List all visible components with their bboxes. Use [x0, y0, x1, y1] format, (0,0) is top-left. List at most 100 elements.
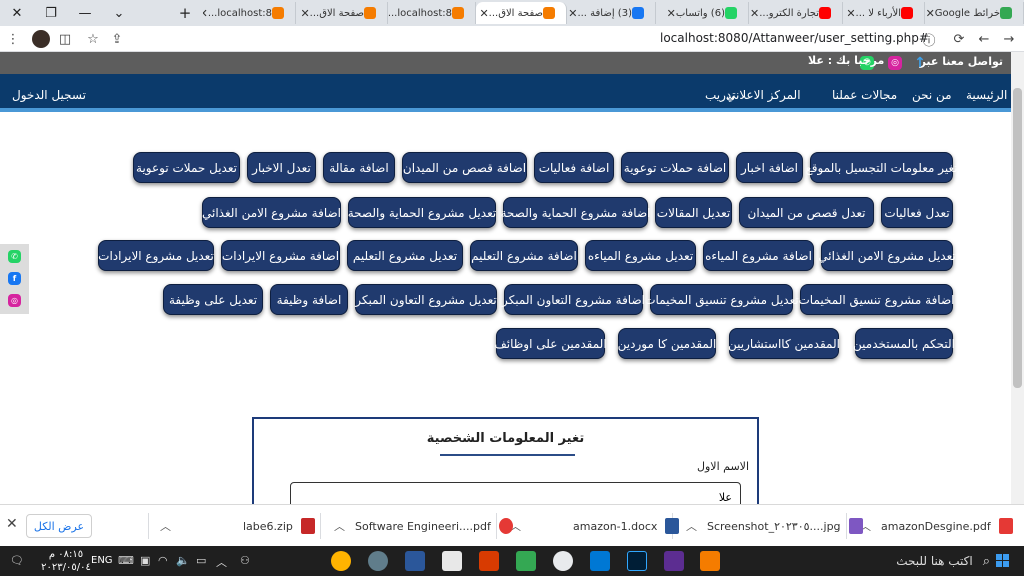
instagram-icon[interactable]: ◎	[888, 56, 902, 70]
admin-button[interactable]: اضافة مشروع التعاون المبكر	[502, 284, 645, 315]
browser-tab[interactable]: خرائط Google ✕	[925, 2, 1024, 24]
url-field[interactable]: localhost:8080/Attanweer/user_setting.ph…	[660, 31, 929, 45]
chevron-up-icon[interactable]: ︿	[216, 554, 227, 570]
admin-button[interactable]: اضافة حملات توعوية	[621, 152, 729, 183]
tab-close-icon[interactable]: ✕	[846, 7, 855, 20]
new-tab-plus-icon[interactable]: +	[176, 0, 194, 26]
admin-button[interactable]: تعديل المقالات	[655, 197, 732, 228]
login-link[interactable]: تسجيل الدخول	[12, 88, 86, 102]
browser-tab-active[interactable]: صفحة الاق... ✕	[476, 2, 567, 24]
people-icon[interactable]: ⚇	[240, 554, 250, 567]
browser-tab[interactable]: الأرباء لا ... ✕	[843, 2, 925, 24]
tab-close-icon[interactable]: ✕	[203, 7, 208, 20]
admin-button[interactable]: تعديل مشروع التعليم	[347, 240, 463, 271]
browser-tab[interactable]: localhost:8... ✕	[388, 2, 476, 24]
bookmark-star-icon[interactable]: ☆	[84, 30, 102, 48]
instagram-icon[interactable]: ◎	[8, 294, 21, 307]
sidebar-panel-icon[interactable]: ◫	[56, 30, 74, 48]
scrollbar-thumb[interactable]	[1013, 88, 1022, 388]
admin-button[interactable]: المقدمين كااستشاريين	[728, 328, 840, 359]
admin-button[interactable]: تعديل مشروع الايرادات	[98, 240, 214, 271]
word-app-icon[interactable]	[405, 551, 425, 571]
tab-close-icon[interactable]: ✕	[479, 7, 488, 20]
facebook-icon[interactable]: ↑	[913, 55, 927, 71]
admin-button[interactable]: اضافة مشروع الحماية والصحة	[501, 197, 650, 228]
menu-dots-icon[interactable]: ⋮	[4, 30, 22, 48]
chevron-up-icon[interactable]: ︿	[334, 518, 345, 534]
chevron-up-icon[interactable]: ︿	[160, 518, 171, 534]
download-item[interactable]: ︿ Screenshot_٢٠٢٣٠٥....jpg	[686, 505, 863, 547]
close-downloads-icon[interactable]: ✕	[6, 516, 18, 532]
admin-button[interactable]: التحكم بالمستخدمين	[853, 328, 955, 359]
tab-close-icon[interactable]: ✕	[926, 7, 935, 20]
browser-tab[interactable]: (6) واتساب ✕	[656, 2, 749, 24]
app-icon[interactable]	[368, 551, 388, 571]
admin-button[interactable]: تعديل مشروع التعاون المبكر	[355, 284, 497, 315]
download-item[interactable]: ︿ labe6.zip	[160, 505, 315, 547]
admin-button[interactable]: تعديل مشروع تنسيق المخيمات	[644, 284, 799, 315]
admin-button[interactable]: تعديل مشروع الحماية والصحة	[348, 197, 496, 228]
tab-close-icon[interactable]: ✕	[300, 7, 309, 20]
tab-close-icon[interactable]: ✕	[568, 7, 577, 20]
nav-home[interactable]: الرئيسية	[966, 88, 1007, 102]
admin-button[interactable]: اضافة مشروع التعليم	[470, 240, 578, 271]
admin-button[interactable]: اضافة قصص من الميدان	[402, 152, 527, 183]
admin-button[interactable]: تغير معلومات التجسيل بالموقع	[805, 152, 958, 183]
download-item[interactable]: ︿ Software Engineeri....pdf	[334, 505, 513, 547]
admin-button[interactable]: اضافة فعاليات	[534, 152, 614, 183]
chevron-up-icon[interactable]: ︿	[686, 518, 697, 534]
admin-button[interactable]: اضافة مشروع تنسيق المخيمات	[799, 284, 954, 315]
whatsapp-icon[interactable]: ✆	[8, 250, 21, 263]
profile-avatar[interactable]	[32, 30, 50, 48]
admin-button[interactable]: تعديل مشروع المياءه	[585, 240, 696, 271]
nav-about[interactable]: من نحن	[912, 88, 952, 102]
show-all-downloads-button[interactable]: عرض الكل	[26, 514, 92, 538]
windows-start-icon[interactable]	[996, 554, 1010, 568]
window-minimize-icon[interactable]: —	[68, 0, 102, 26]
admin-button[interactable]: تعدل قصص من الميدان	[739, 197, 874, 228]
tab-search-chevron-icon[interactable]: ⌄	[102, 0, 136, 26]
admin-button[interactable]: المقدمين كا موردين	[618, 328, 716, 359]
window-close-icon[interactable]: ✕	[0, 0, 34, 26]
language-indicator[interactable]: ENG	[91, 555, 113, 566]
keyboard-icon[interactable]: ⌨	[118, 554, 134, 567]
vscode-icon[interactable]	[590, 551, 610, 571]
admin-button[interactable]: اضافة مشروع المياءه	[703, 240, 814, 271]
clock[interactable]: ٠٨:١٥ م ٢٠٢٣/٠٥/٠٤	[40, 548, 92, 574]
volume-icon[interactable]: 🔈	[176, 554, 190, 567]
battery-icon[interactable]: ▭	[196, 554, 206, 567]
tab-close-icon[interactable]: ✕	[667, 7, 676, 20]
chrome-icon[interactable]	[553, 551, 573, 571]
photoshop-icon[interactable]	[627, 551, 647, 571]
admin-button[interactable]: تعديل على وظيفة	[163, 284, 263, 315]
admin-button[interactable]: اضافة وظيفة	[270, 284, 348, 315]
photos-app-icon[interactable]	[442, 551, 462, 571]
notifications-icon[interactable]: 🗨	[10, 554, 24, 567]
taskbar-search[interactable]: ⌕ اكتب هنا للبحث	[870, 550, 990, 572]
admin-button[interactable]: المقدمين على اوظائف	[494, 328, 607, 359]
window-restore-icon[interactable]: ❐	[34, 0, 68, 26]
forward-arrow-icon[interactable]: →	[1000, 30, 1018, 48]
tab-close-icon[interactable]: ✕	[750, 7, 759, 20]
nav-training[interactable]: تدريب	[705, 88, 736, 102]
wifi-icon[interactable]: ◠	[158, 554, 168, 567]
nav-media-center[interactable]: المركز الاعلاني	[726, 88, 801, 102]
download-item[interactable]: ︿ amazon-1.docx	[510, 505, 680, 547]
admin-button[interactable]: اضافة مشروع الايرادات	[221, 240, 340, 271]
facebook-icon[interactable]: f	[8, 272, 21, 285]
download-item[interactable]: ︿ amazonDesgine.pdf	[860, 505, 1013, 547]
xampp-app-icon[interactable]	[700, 551, 720, 571]
app-icon[interactable]	[331, 551, 351, 571]
site-info-icon[interactable]: ⓘ	[920, 30, 938, 49]
browser-tab[interactable]: تجارة الكترو... ✕	[749, 2, 843, 24]
display-icon[interactable]: ▣	[140, 554, 150, 567]
admin-button[interactable]: تعديل حملات توعوية	[133, 152, 240, 183]
browser-tab[interactable]: (3) إضافة ... ✕	[567, 2, 656, 24]
browser-tab[interactable]: localhost:8... ✕	[203, 2, 296, 24]
admin-button[interactable]: تعديل مشروع الامن الغذائي	[818, 240, 956, 271]
visual-studio-icon[interactable]	[664, 551, 684, 571]
page-scrollbar[interactable]	[1011, 52, 1024, 504]
nav-fields[interactable]: مجالات عملنا	[832, 88, 897, 102]
browser-tab[interactable]: صفحة الاق... ✕	[296, 2, 388, 24]
admin-button[interactable]: اضافة اخبار	[736, 152, 803, 183]
